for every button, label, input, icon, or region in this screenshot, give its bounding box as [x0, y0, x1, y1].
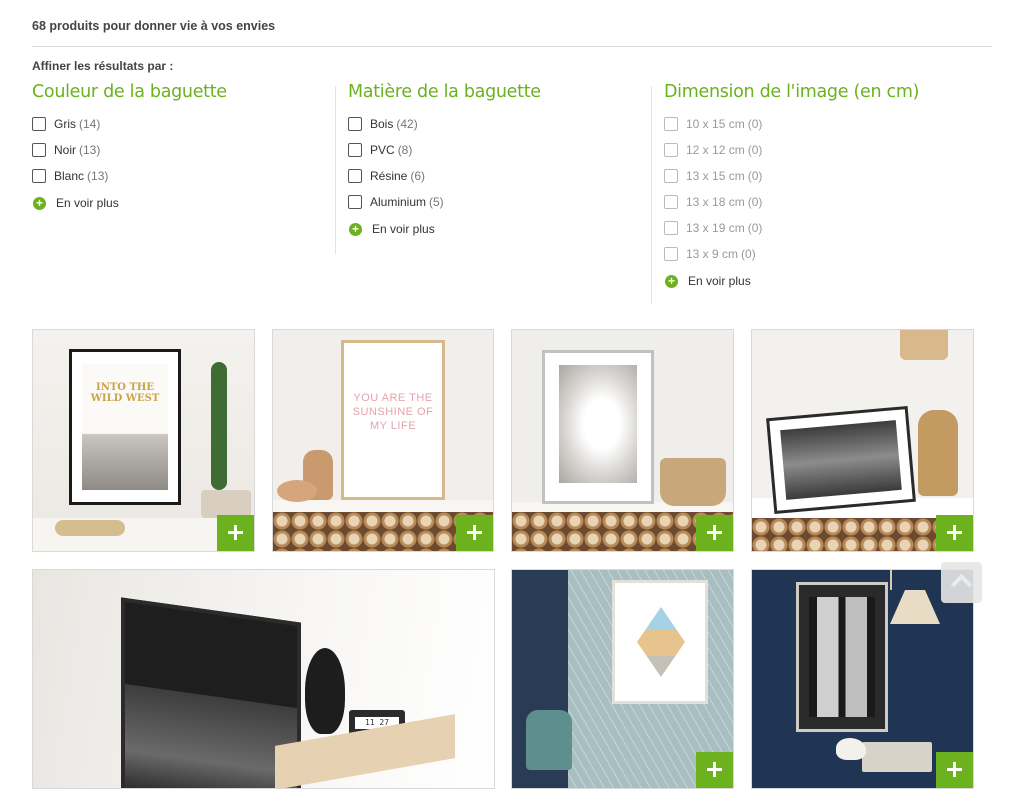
checkbox[interactable] — [664, 117, 678, 131]
checkbox[interactable] — [32, 143, 46, 157]
checkbox[interactable] — [32, 169, 46, 183]
divider — [32, 46, 992, 47]
plus-circle-icon: + — [349, 222, 362, 236]
poster-frame: YOU ARE THE SUNSHINE OF MY LIFE — [341, 340, 445, 500]
product-card[interactable] — [511, 329, 734, 552]
pineapple-image — [305, 648, 345, 734]
poster-text: INTO THE WILD WEST — [90, 382, 160, 404]
checkbox[interactable] — [664, 169, 678, 183]
checkbox[interactable] — [348, 117, 362, 131]
product-card[interactable]: 11 27 — [32, 569, 495, 789]
pouf-image — [55, 520, 125, 536]
landscape-image — [780, 420, 902, 500]
column-divider — [651, 86, 652, 304]
see-more-couleur[interactable]: + En voir plus — [32, 189, 227, 217]
lamp-image — [900, 330, 948, 360]
poster-frame — [796, 582, 888, 732]
column-divider — [335, 86, 336, 254]
cactus-image — [211, 362, 227, 490]
checkbox[interactable] — [348, 143, 362, 157]
lamp-shade-image — [890, 590, 940, 624]
filter-title-couleur: Couleur de la baguette — [32, 82, 227, 102]
basket-image — [660, 458, 726, 506]
filter-option-gris[interactable]: Gris (14) — [32, 111, 227, 137]
geometric-image — [637, 607, 685, 677]
filter-option-13x18[interactable]: 13 x 18 cm (0) — [664, 189, 919, 215]
bowl-image — [277, 480, 317, 502]
add-to-cart-button[interactable] — [696, 752, 733, 788]
books-image — [862, 742, 932, 772]
poster-image: INTO THE WILD WEST — [82, 364, 168, 490]
product-card[interactable]: INTO THE WILD WEST — [32, 329, 255, 552]
product-card[interactable] — [751, 329, 974, 552]
results-count: 68 produits pour donner vie à vos envies — [32, 19, 276, 33]
filter-option-13x19[interactable]: 13 x 19 cm (0) — [664, 215, 919, 241]
checkbox[interactable] — [348, 195, 362, 209]
filter-option-aluminium[interactable]: Aluminium (5) — [348, 189, 541, 215]
armchair-image — [526, 710, 572, 770]
scroll-to-top-button[interactable] — [941, 562, 982, 603]
pot-image — [201, 490, 251, 518]
filter-couleur: Couleur de la baguette Gris (14) Noir (13)… — [32, 82, 227, 217]
filter-matiere: Matière de la baguette Bois (42) PVC (8) R… — [348, 82, 541, 243]
poster-frame — [612, 580, 708, 704]
add-to-cart-button[interactable] — [696, 515, 733, 551]
filter-option-pvc[interactable]: PVC (8) — [348, 137, 541, 163]
poster-text: YOU ARE THE SUNSHINE OF MY LIFE — [352, 392, 434, 432]
bird-image — [836, 738, 866, 760]
checkbox[interactable] — [664, 221, 678, 235]
filter-option-noir[interactable]: Noir (13) — [32, 137, 227, 163]
checkbox[interactable] — [664, 247, 678, 261]
filter-option-12x12[interactable]: 12 x 12 cm (0) — [664, 137, 919, 163]
checkbox[interactable] — [664, 195, 678, 209]
see-more-matiere[interactable]: + En voir plus — [348, 215, 541, 243]
filter-option-13x15[interactable]: 13 x 15 cm (0) — [664, 163, 919, 189]
horse-image — [559, 365, 637, 483]
basket-image — [918, 410, 958, 496]
filter-option-resine[interactable]: Résine (6) — [348, 163, 541, 189]
checkbox[interactable] — [664, 143, 678, 157]
filter-option-blanc[interactable]: Blanc (13) — [32, 163, 227, 189]
filter-title-dimension: Dimension de l'image (en cm) — [664, 82, 920, 102]
product-card[interactable]: YOU ARE THE SUNSHINE OF MY LIFE — [272, 329, 494, 552]
window-image — [809, 597, 875, 717]
refine-label: Affiner les résultats par : — [32, 59, 174, 73]
checkbox[interactable] — [32, 117, 46, 131]
add-to-cart-button[interactable] — [936, 752, 973, 788]
poster-frame: INTO THE WILD WEST — [69, 349, 181, 505]
see-more-dimension[interactable]: + En voir plus — [664, 267, 919, 295]
add-to-cart-button[interactable] — [936, 515, 973, 551]
filter-title-matiere: Matière de la baguette — [348, 82, 541, 102]
poster-frame — [121, 597, 301, 788]
filter-option-10x15[interactable]: 10 x 15 cm (0) — [664, 111, 919, 137]
product-card[interactable] — [511, 569, 734, 789]
city-image — [125, 683, 297, 788]
poster-frame — [542, 350, 654, 504]
add-to-cart-button[interactable] — [456, 515, 493, 551]
poster-frame — [766, 405, 916, 515]
filter-option-13x9[interactable]: 13 x 9 cm (0) — [664, 241, 919, 267]
plus-circle-icon: + — [665, 274, 678, 288]
checkbox[interactable] — [348, 169, 362, 183]
lamp-image — [890, 570, 892, 590]
add-to-cart-button[interactable] — [217, 515, 254, 551]
product-card[interactable] — [751, 569, 974, 789]
plus-circle-icon: + — [33, 196, 46, 210]
filter-option-bois[interactable]: Bois (42) — [348, 111, 541, 137]
filter-dimension: Dimension de l'image (en cm) 10 x 15 cm(… — [664, 82, 919, 295]
